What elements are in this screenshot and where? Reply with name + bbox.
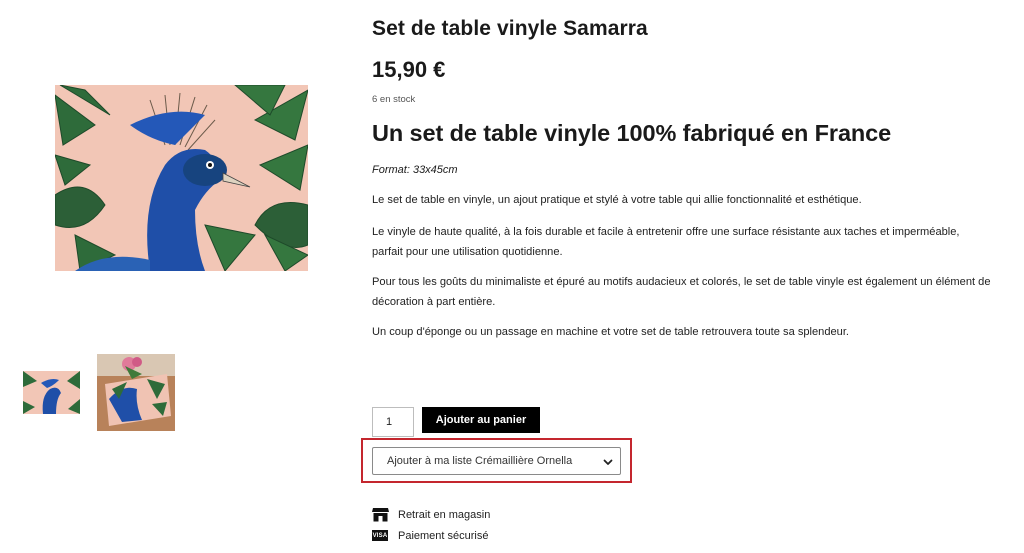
- feature-label: Paiement sécurisé: [398, 529, 489, 542]
- product-main-image[interactable]: [55, 85, 308, 271]
- store-icon: [372, 507, 389, 522]
- feature-label: Retrait en magasin: [398, 508, 491, 521]
- add-to-cart-button[interactable]: Ajouter au panier: [422, 407, 540, 433]
- feature-secure-payment: VISA Paiement sécurisé: [372, 528, 489, 543]
- product-title: Set de table vinyle Samarra: [372, 17, 648, 40]
- product-thumbnail-2[interactable]: [97, 354, 175, 431]
- description-paragraph-1: Le set de table en vinyle, un ajout prat…: [372, 194, 862, 206]
- stock-status: 6 en stock: [372, 94, 416, 105]
- wishlist-select-value: Ajouter à ma liste Crémaillière Ornella: [387, 455, 573, 467]
- description-paragraph-2: Le vinyle de haute qualité, à la fois du…: [372, 226, 960, 258]
- chevron-down-icon: [603, 459, 613, 465]
- description-paragraph-3: Pour tous les goûts du minimaliste et ép…: [372, 276, 991, 308]
- visa-card-icon: VISA: [372, 528, 389, 543]
- feature-store-pickup: Retrait en magasin: [372, 507, 490, 522]
- description-paragraph-4: Un coup d'éponge ou un passage en machin…: [372, 326, 850, 338]
- quantity-input[interactable]: [372, 407, 414, 437]
- product-price: 15,90 €: [372, 57, 446, 82]
- description-headline: Un set de table vinyle 100% fabriqué en …: [372, 120, 892, 146]
- wishlist-select[interactable]: Ajouter à ma liste Crémaillière Ornella: [372, 447, 621, 475]
- format-text: Format: 33x45cm: [372, 164, 458, 176]
- product-thumbnail-1[interactable]: [23, 371, 80, 414]
